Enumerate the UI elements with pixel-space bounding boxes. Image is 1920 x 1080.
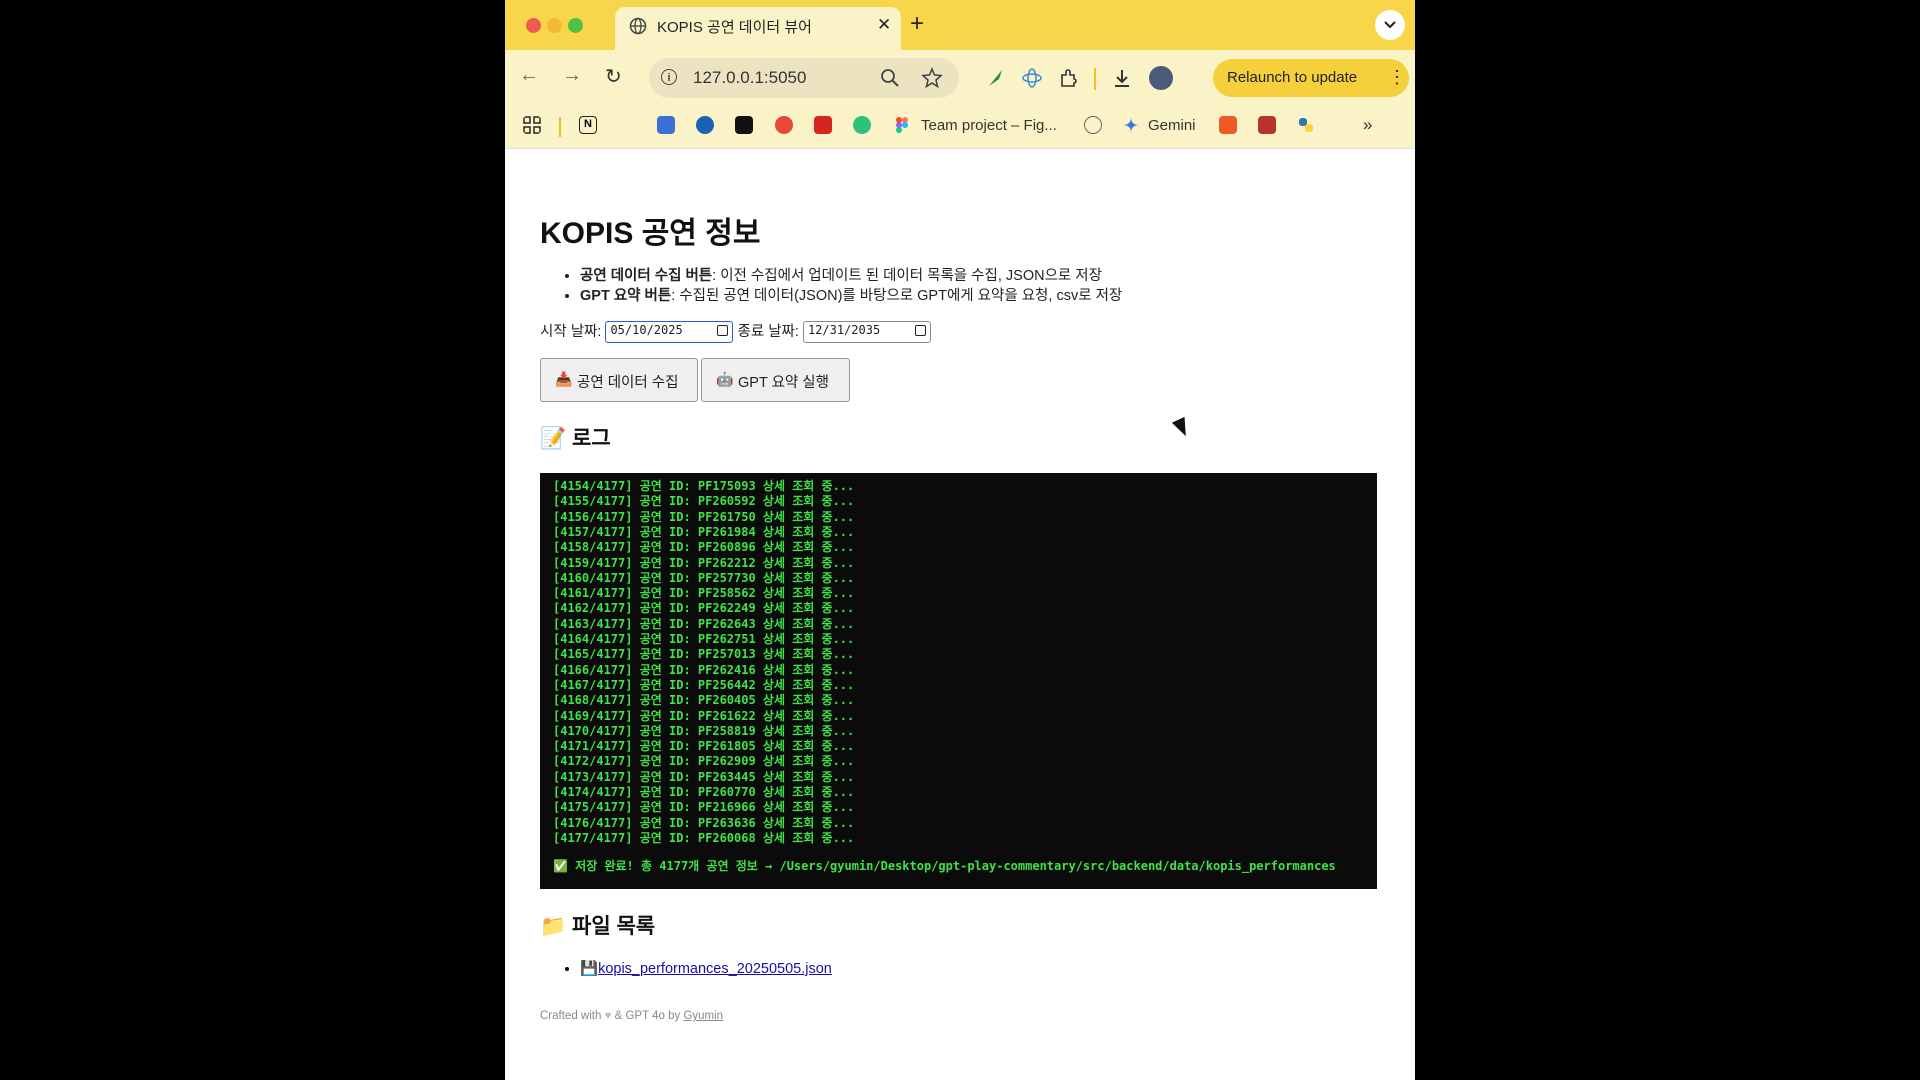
address-bar[interactable]: i 127.0.0.1:5050 (649, 58, 959, 98)
reload-button[interactable]: ↻ (605, 64, 622, 89)
end-date-value: 12/31/2035 (807, 323, 881, 338)
footer-middle: & GPT 4o by (614, 1010, 681, 1022)
mouse-cursor (1171, 416, 1193, 440)
end-date-input[interactable]: 12/31/2035 (802, 321, 931, 344)
info-item-bold: GPT 요약 버튼 (580, 288, 672, 304)
footer-prefix: Crafted with (540, 1010, 602, 1022)
globe-icon (629, 17, 647, 35)
info-item-collect: 공연 데이터 수집 버튼: 이전 수집에서 업데이트 된 데이터 목록을 수집,… (580, 266, 1122, 286)
bookmarks-bar: N Team project – Fig... Gemini » (505, 106, 1415, 149)
zoom-icon[interactable] (879, 67, 901, 89)
toolbar-divider (1094, 68, 1096, 90)
close-tab-icon[interactable]: ✕ (877, 15, 891, 35)
footer: Crafted with ♥ & GPT 4o by Gyumin (540, 1010, 723, 1022)
figma-icon[interactable] (893, 116, 911, 134)
info-list: 공연 데이터 수집 버튼: 이전 수집에서 업데이트 된 데이터 목록을 수집,… (562, 266, 1122, 306)
info-item-gpt: GPT 요약 버튼: 수집된 공연 데이터(JSON)를 바탕으로 GPT에게 … (580, 286, 1122, 306)
bookmark-orange-icon[interactable] (1219, 116, 1237, 134)
atom-extension-icon[interactable] (1021, 67, 1043, 89)
bookmark-star-icon[interactable] (921, 67, 943, 89)
back-button[interactable]: ← (519, 64, 539, 87)
tab-title: KOPIS 공연 데이터 뷰어 (657, 19, 812, 36)
extensions-puzzle-icon[interactable] (1058, 67, 1080, 89)
files-heading: 📁 파일 목록 (540, 910, 655, 940)
feather-extension-icon[interactable] (985, 67, 1007, 89)
info-item-text: : 이전 수집에서 업데이트 된 데이터 목록을 수집, JSON으로 저장 (712, 268, 1102, 284)
bookmark-gemini-label[interactable]: Gemini (1148, 117, 1196, 134)
heart-icon: ♥ (604, 1010, 612, 1022)
collect-data-button[interactable]: 📥 공연 데이터 수집 (540, 358, 698, 402)
tab-search-button[interactable] (1375, 10, 1405, 40)
gpt-button-label: GPT 요약 실행 (738, 375, 829, 391)
start-date-input[interactable]: 05/10/2025 (605, 321, 734, 344)
floppy-icon: 💾 (580, 961, 599, 977)
maximize-window-button[interactable] (568, 18, 583, 33)
page-title: KOPIS 공연 정보 (540, 217, 761, 250)
bookmark-divider (559, 117, 561, 137)
browser-window: KOPIS 공연 데이터 뷰어 ✕ + ← → ↻ i 127.0.0.1:50… (505, 0, 1415, 1080)
site-info-icon[interactable]: i (661, 69, 677, 85)
menu-dots-icon[interactable]: ⋮ (1388, 67, 1406, 88)
tab-kopis[interactable]: KOPIS 공연 데이터 뷰어 ✕ (615, 7, 901, 50)
robot-icon: 🤖 (716, 371, 734, 387)
file-link[interactable]: kopis_performances_20250505.json (598, 961, 832, 977)
bookmark-red-square-icon[interactable] (814, 116, 832, 134)
minimize-window-button[interactable] (547, 18, 562, 33)
bookmark-red-circle-icon[interactable] (775, 116, 793, 134)
browser-toolbar: ← → ↻ i 127.0.0.1:5050 Relaunch to updat… (505, 50, 1415, 106)
bookmark-arrow-icon[interactable] (735, 116, 753, 134)
bookmark-ring-icon[interactable] (696, 116, 714, 134)
bookmark-team-project-label[interactable]: Team project – Fig... (921, 117, 1057, 134)
end-date-label: 종료 날짜: (737, 324, 799, 340)
date-range: 시작 날짜: 05/10/2025 종료 날짜: 12/31/2035 (540, 320, 931, 344)
apps-grid-icon[interactable] (523, 116, 541, 134)
relaunch-button[interactable]: Relaunch to update ⋮ (1213, 59, 1409, 97)
files-heading-text: 파일 목록 (572, 915, 656, 938)
calendar-icon[interactable] (717, 325, 729, 337)
openai-icon[interactable] (1084, 116, 1102, 134)
folder-icon: 📁 (540, 915, 567, 938)
log-heading: 📝 로그 (540, 422, 611, 452)
file-list: 💾kopis_performances_20250505.json (562, 960, 832, 977)
calendar-icon[interactable] (914, 325, 926, 337)
bookmark-layers-icon[interactable] (657, 116, 675, 134)
collect-button-label: 공연 데이터 수집 (577, 375, 679, 391)
notion-icon[interactable]: N (579, 116, 597, 134)
bookmarks-overflow-icon[interactable]: » (1363, 115, 1372, 135)
relaunch-label: Relaunch to update (1227, 69, 1358, 86)
info-item-text: : 수집된 공연 데이터(JSON)를 바탕으로 GPT에게 요약을 요청, c… (671, 288, 1123, 304)
download-icon[interactable] (1111, 67, 1133, 89)
close-window-button[interactable] (526, 18, 541, 33)
new-tab-button[interactable]: + (910, 10, 924, 38)
log-done-line: ✅ 저장 완료! 총 4177개 공연 정보 → /Users/gyumin/D… (553, 859, 1336, 873)
bookmark-m-icon[interactable] (853, 116, 871, 134)
start-date-value: 05/10/2025 (610, 323, 683, 338)
file-item: 💾kopis_performances_20250505.json (580, 960, 832, 977)
tab-bar: KOPIS 공연 데이터 뷰어 ✕ + (505, 0, 1415, 50)
info-item-bold: 공연 데이터 수집 버튼 (580, 268, 713, 284)
gpt-summary-button[interactable]: 🤖 GPT 요약 실행 (701, 358, 850, 402)
log-line: [4177/4177] 공연 ID: PF260068 상세 조회 중... (553, 830, 855, 845)
log-output[interactable]: [4154/4177] 공연 ID: PF175093 상세 조회 중... [4… (540, 473, 1377, 889)
url-text: 127.0.0.1:5050 (693, 68, 807, 87)
gemini-icon[interactable] (1122, 116, 1140, 134)
start-date-label: 시작 날짜: (540, 324, 602, 340)
python-icon[interactable] (1297, 116, 1315, 134)
bookmark-m-red-icon[interactable] (1258, 116, 1276, 134)
profile-avatar[interactable] (1149, 66, 1173, 90)
chevron-down-icon (1384, 21, 1396, 29)
forward-button[interactable]: → (562, 64, 582, 87)
log-heading-text: 로그 (572, 427, 611, 450)
memo-icon: 📝 (540, 427, 567, 450)
inbox-icon: 📥 (555, 371, 573, 387)
footer-author-link[interactable]: Gyumin (683, 1010, 723, 1022)
